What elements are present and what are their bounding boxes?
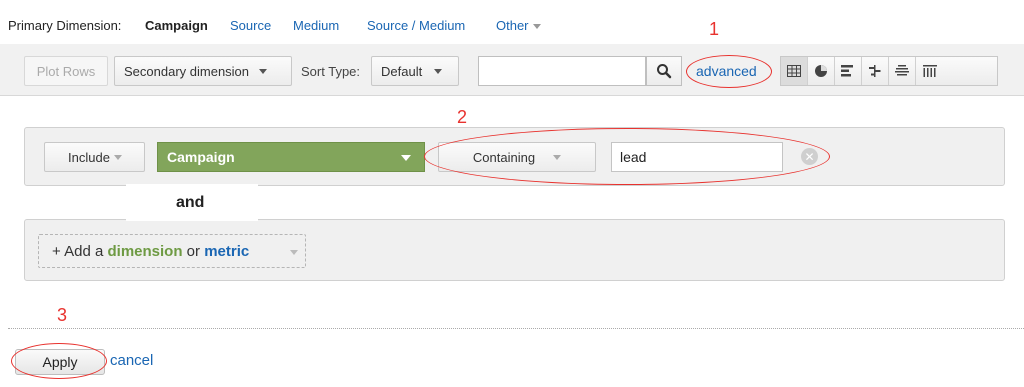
filter-dimension-dropdown[interactable]: Campaign xyxy=(157,142,425,172)
sort-type-label: Sort Type: xyxy=(301,64,361,79)
add-metric-label: metric xyxy=(204,242,250,260)
primary-dimension-campaign: Campaign xyxy=(145,18,208,33)
search-button[interactable] xyxy=(646,56,682,86)
sort-type-value: Default xyxy=(381,63,423,79)
primary-dimension-label: Primary Dimension: xyxy=(8,18,122,33)
match-type-label: Containing xyxy=(472,149,536,165)
secondary-dimension-dropdown[interactable]: Secondary dimension xyxy=(114,56,292,86)
divider xyxy=(8,328,1024,329)
plot-rows-button[interactable]: Plot Rows xyxy=(24,56,108,86)
advanced-filter-link[interactable]: advanced xyxy=(696,63,757,79)
advanced-filter-screen: Primary Dimension: Campaign Source Mediu… xyxy=(0,0,1024,387)
include-label: Include xyxy=(68,149,110,165)
filter-dimension-label: Campaign xyxy=(167,149,235,165)
add-or-label: or xyxy=(186,242,201,260)
pivot-icon xyxy=(922,65,937,77)
primary-dimension-other[interactable]: Other xyxy=(496,18,541,33)
annotation-number-1: 1 xyxy=(709,19,720,39)
chevron-down-icon xyxy=(401,155,411,161)
match-type-dropdown[interactable]: Containing xyxy=(438,142,596,172)
annotation-number-3: 3 xyxy=(57,305,68,325)
chevron-down-icon xyxy=(553,154,562,160)
percentage-view-button[interactable] xyxy=(808,57,835,85)
other-label: Other xyxy=(496,18,529,33)
table-search-input[interactable] xyxy=(478,56,646,86)
table-view-button[interactable] xyxy=(781,57,808,85)
cancel-link[interactable]: cancel xyxy=(110,352,153,369)
add-dimension-label: dimension xyxy=(107,242,183,260)
term-cloud-view-button[interactable] xyxy=(889,57,916,85)
add-dimension-or-metric-dropdown[interactable]: + Add a dimension or metric xyxy=(38,234,306,268)
primary-dimension-source[interactable]: Source xyxy=(230,18,271,33)
chevron-down-icon xyxy=(290,250,298,255)
chevron-down-icon xyxy=(532,24,541,30)
primary-dimension-source-medium[interactable]: Source / Medium xyxy=(367,18,465,33)
chevron-down-icon xyxy=(259,68,268,74)
comparison-icon xyxy=(869,65,881,77)
and-label: and xyxy=(176,194,205,211)
view-toggle-group xyxy=(780,56,998,86)
secondary-dimension-label: Secondary dimension xyxy=(124,63,250,79)
filter-value-input[interactable]: lead xyxy=(611,142,783,172)
sort-type-dropdown[interactable]: Default xyxy=(371,56,459,86)
comparison-view-button[interactable] xyxy=(862,57,889,85)
pivot-view-button[interactable] xyxy=(916,57,943,85)
annotation-number-2: 2 xyxy=(457,107,468,127)
chevron-down-icon xyxy=(113,154,122,160)
chevron-down-icon xyxy=(434,68,443,74)
pie-icon xyxy=(815,65,827,77)
bar-icon xyxy=(841,65,853,77)
include-dropdown[interactable]: Include xyxy=(44,142,145,172)
apply-button[interactable]: Apply xyxy=(15,349,105,375)
clear-icon[interactable]: ✕ xyxy=(801,148,818,165)
term-cloud-icon xyxy=(895,65,909,76)
search-icon xyxy=(657,64,672,79)
table-icon xyxy=(787,65,801,77)
primary-dimension-medium[interactable]: Medium xyxy=(293,18,339,33)
add-prefix: + Add a xyxy=(52,242,104,260)
performance-view-button[interactable] xyxy=(835,57,862,85)
